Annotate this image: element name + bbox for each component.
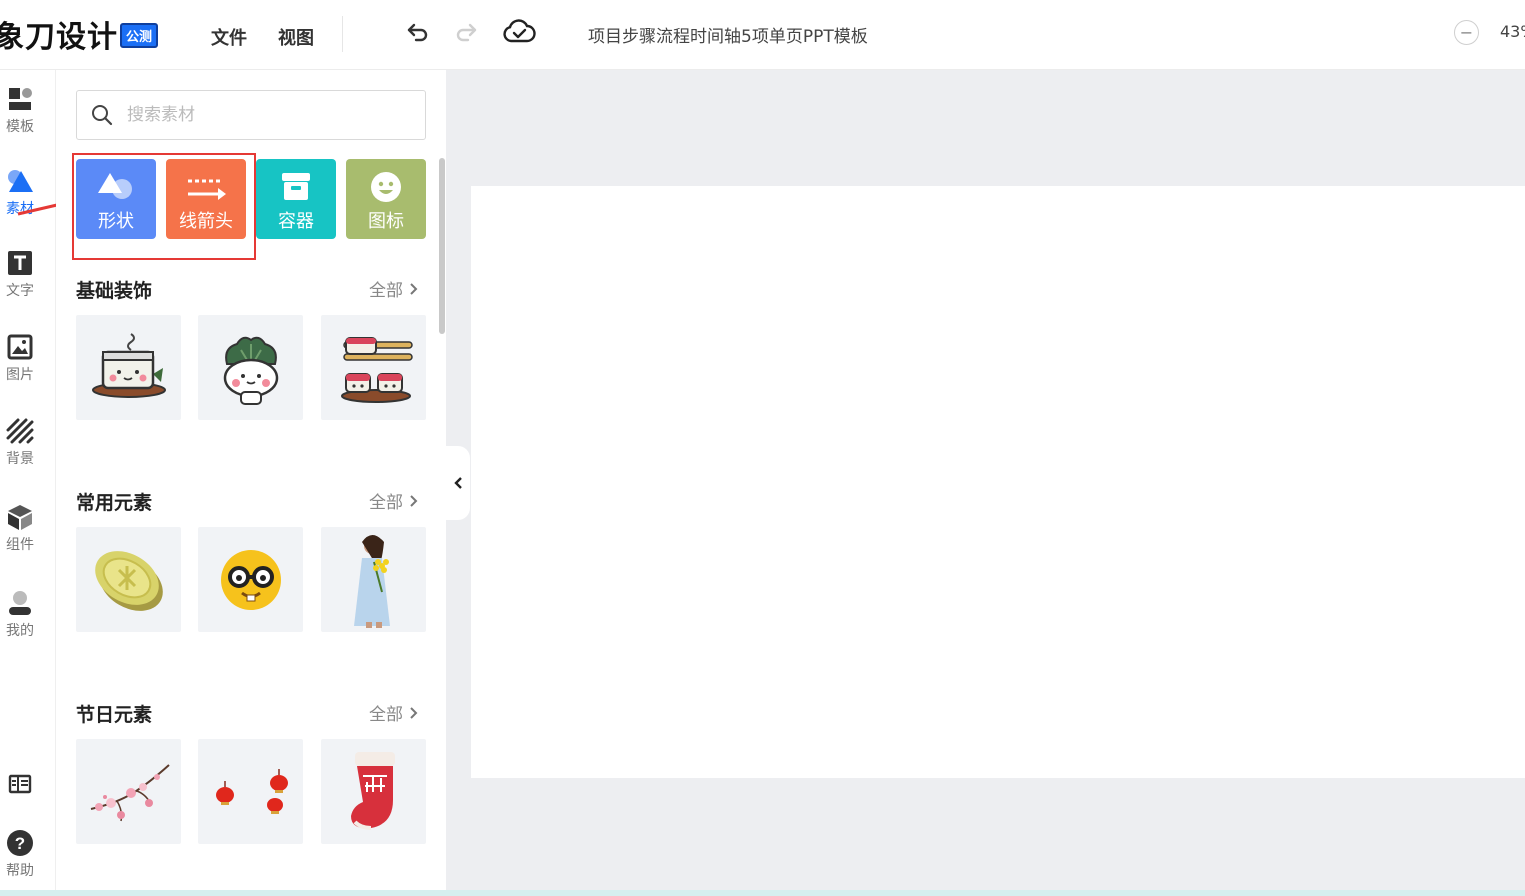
section-all-label: 全部: [369, 705, 403, 725]
smiley-icon: [369, 159, 403, 203]
document-title[interactable]: 项目步骤流程时间轴5项单页PPT模板: [588, 22, 868, 47]
rail-label: 帮助: [6, 863, 34, 879]
material-tile[interactable]: [321, 739, 426, 844]
woman-with-flowers-image: [353, 534, 390, 628]
logo-text: 象刀设计: [0, 20, 118, 55]
cabbage-bun-sticker-icon: [223, 336, 278, 405]
red-lanterns-icon: [215, 768, 288, 814]
panel-scrollbar[interactable]: [439, 158, 445, 334]
category-container-button[interactable]: 容器: [256, 159, 336, 239]
svg-text:?: ?: [15, 834, 25, 853]
logo-badge: 公测: [120, 22, 159, 48]
category-icon-button[interactable]: 图标: [346, 159, 426, 239]
rail-label: 背景: [6, 451, 34, 467]
section-all-label: 全部: [369, 493, 403, 513]
material-tile[interactable]: [198, 315, 303, 420]
menu-view[interactable]: 视图: [278, 24, 314, 50]
rail-label: 文字: [6, 283, 34, 299]
rail-label: 图片: [6, 367, 34, 383]
rail-item-image[interactable]: 图片: [0, 332, 56, 384]
material-tile[interactable]: [76, 739, 181, 844]
category-label: 图标: [368, 211, 404, 232]
chevron-left-icon: [454, 477, 462, 489]
material-tile[interactable]: [321, 527, 426, 632]
redo-icon[interactable]: [452, 18, 480, 46]
material-tile[interactable]: [321, 315, 426, 420]
divider: [342, 16, 343, 52]
undo-icon[interactable]: [404, 18, 432, 46]
search-box[interactable]: [76, 90, 426, 140]
plum-blossom-branch-icon: [90, 763, 170, 821]
rail-label: 我的: [6, 623, 34, 639]
rail-item-component[interactable]: 组件: [0, 502, 56, 554]
menu-file[interactable]: 文件: [211, 24, 247, 50]
sushi-sticker-icon: [340, 336, 413, 403]
text-icon: [0, 248, 40, 278]
layout-toggle-button[interactable]: [0, 770, 56, 800]
christmas-stocking-icon: [350, 751, 395, 830]
help-icon: ?: [0, 828, 40, 858]
collapse-panel-button[interactable]: [446, 446, 470, 520]
top-bar: 象刀设计 公测 文件 视图 项目步骤流程时间轴5项单页PPT模板 − 43%: [0, 0, 1525, 70]
chevron-right-icon: [410, 282, 418, 295]
section-all-link[interactable]: 全部: [369, 488, 418, 513]
search-input[interactable]: [127, 105, 407, 125]
material-tile[interactable]: [76, 527, 181, 632]
app-logo[interactable]: 象刀设计 公测: [0, 16, 159, 55]
bottom-border: [0, 890, 1525, 896]
chevron-right-icon: [410, 706, 418, 719]
rail-item-help[interactable]: ? 帮助: [0, 828, 56, 880]
zoom-level[interactable]: 43%: [1500, 22, 1525, 41]
image-icon: [0, 332, 40, 362]
material-tile[interactable]: [76, 315, 181, 420]
rail-item-mine[interactable]: 我的: [0, 588, 56, 640]
user-icon: [0, 588, 40, 618]
section-title: 基础装饰: [76, 280, 153, 302]
chevron-right-icon: [410, 494, 418, 507]
section-all-link[interactable]: 全部: [369, 276, 418, 301]
rail-label: 组件: [6, 537, 34, 553]
category-label: 容器: [278, 211, 314, 232]
design-page-canvas[interactable]: [471, 186, 1525, 778]
section-title: 节日元素: [76, 704, 153, 726]
section-title: 常用元素: [76, 492, 153, 514]
tofu-sticker-icon: [91, 332, 166, 398]
material-tile[interactable]: [198, 739, 303, 844]
section-all-link[interactable]: 全部: [369, 700, 418, 725]
annotation-highlight-box: [72, 153, 256, 260]
nerd-emoji-icon: [220, 549, 281, 610]
rail-item-text[interactable]: 文字: [0, 248, 56, 300]
rail-item-template[interactable]: 模板: [0, 84, 56, 136]
zoom-out-button[interactable]: −: [1454, 20, 1479, 45]
rail-item-background[interactable]: 背景: [0, 416, 56, 468]
component-icon: [0, 502, 40, 532]
background-icon: [0, 416, 40, 446]
rail-label: 模板: [6, 119, 34, 135]
gold-coin-icon: [94, 550, 163, 611]
container-icon: [279, 159, 313, 203]
material-tile[interactable]: [198, 527, 303, 632]
section-all-label: 全部: [369, 281, 403, 301]
layout-icon: [0, 770, 40, 800]
template-icon: [0, 84, 40, 114]
material-panel: 形状 线箭头 容器 图标 基础装饰 全部: [56, 70, 446, 896]
cloud-save-icon[interactable]: [502, 18, 536, 46]
search-icon: [92, 105, 113, 126]
